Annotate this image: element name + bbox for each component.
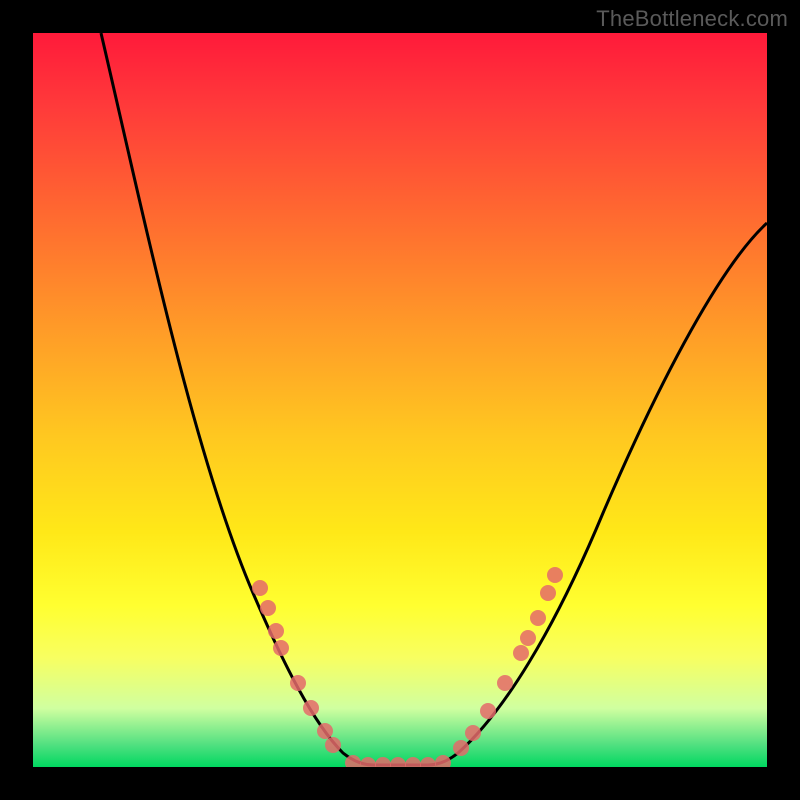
chart-container: TheBottleneck.com [0,0,800,800]
left-marker-cluster [252,580,341,753]
watermark-text: TheBottleneck.com [596,6,788,32]
bottom-marker-cluster [345,755,451,767]
bottleneck-curve [101,33,767,765]
right-marker-cluster [453,567,563,756]
curve-overlay [33,33,767,767]
